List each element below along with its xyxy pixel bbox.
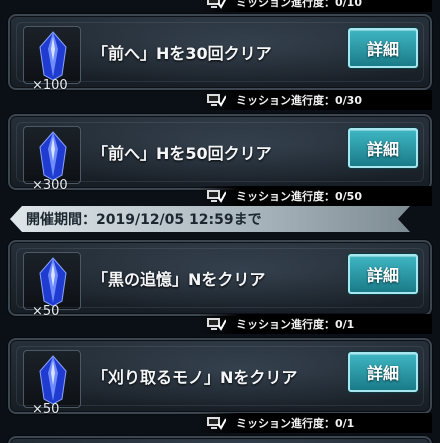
event-period-banner: 開催期間：2019/12/05 12:59まで (10, 206, 410, 232)
mission-card-partial (8, 436, 432, 443)
reward-quantity: ×50 (32, 304, 60, 319)
progress-bar: ミッション進行度：0/1 (198, 314, 432, 334)
reward-slot (23, 252, 81, 310)
reward-slot (23, 126, 81, 184)
pc-check-icon (206, 316, 226, 332)
progress-text: ミッション進行度：0/10 (236, 0, 362, 9)
detail-button[interactable]: 詳細 (348, 254, 418, 294)
progress-bar: ミッション進行度：0/1 (198, 413, 432, 433)
detail-button[interactable]: 詳細 (348, 352, 418, 392)
progress-text: ミッション進行度：0/1 (236, 318, 355, 331)
progress-text: ミッション進行度：0/50 (236, 190, 362, 203)
reward-slot (23, 350, 81, 408)
progress-text: ミッション進行度：0/1 (236, 417, 355, 430)
progress-bar: ミッション進行度：0/30 (198, 90, 432, 110)
event-period-text: 開催期間：2019/12/05 12:59まで (26, 212, 262, 228)
detail-button[interactable]: 詳細 (348, 28, 418, 68)
progress-bar: ミッション進行度：0/50 (198, 186, 432, 206)
progress-bar-top: ミッション進行度：0/10 (198, 0, 432, 12)
pc-check-icon (206, 0, 226, 10)
progress-text: ミッション進行度：0/30 (236, 94, 362, 107)
reward-slot (23, 26, 81, 84)
mission-title: 「黒の追憶」Nをクリア (92, 270, 266, 289)
reward-quantity: ×100 (32, 78, 68, 93)
mission-card: ×300 「前へ」Hを50回クリア 詳細 (8, 114, 432, 193)
reward-quantity: ×50 (32, 402, 60, 417)
blue-crystal-icon (39, 257, 67, 307)
mission-title: 「前へ」Hを50回クリア (92, 144, 272, 163)
pc-check-icon (206, 415, 226, 431)
mission-title: 「刈り取るモノ」Nをクリア (92, 368, 298, 387)
detail-button[interactable]: 詳細 (348, 128, 418, 168)
reward-quantity: ×300 (32, 178, 68, 193)
mission-card: ×100 「前へ」Hを30回クリア 詳細 (8, 14, 432, 93)
blue-crystal-icon (39, 131, 67, 181)
pc-check-icon (206, 188, 226, 204)
mission-card: ×50 「黒の追憶」Nをクリア 詳細 (8, 240, 432, 319)
mission-card: ×50 「刈り取るモノ」Nをクリア 詳細 (8, 338, 432, 417)
mission-title: 「前へ」Hを30回クリア (92, 44, 272, 63)
blue-crystal-icon (39, 355, 67, 405)
pc-check-icon (206, 92, 226, 108)
blue-crystal-icon (39, 31, 67, 81)
